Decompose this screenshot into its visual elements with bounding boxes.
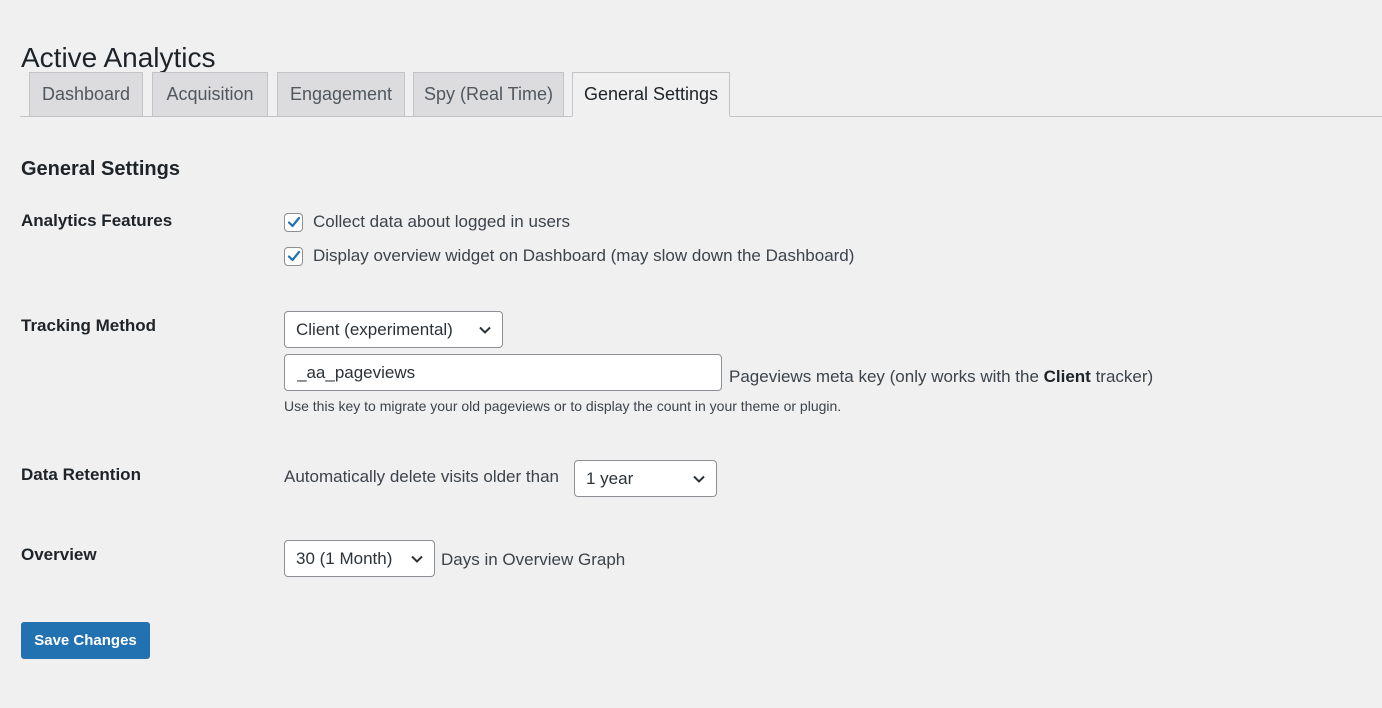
meta-key-label-prefix: Pageviews meta key (only works with the: [729, 367, 1044, 386]
collect-logged-in-option: Collect data about logged in users: [284, 212, 570, 232]
tracking-method-select[interactable]: Client (experimental): [284, 311, 503, 348]
chevron-down-icon: [693, 475, 705, 483]
pageviews-meta-key-input[interactable]: [284, 354, 722, 391]
tab-engagement[interactable]: Engagement: [277, 72, 405, 117]
meta-key-label-bold: Client: [1043, 367, 1091, 386]
checkmark-icon: [287, 216, 300, 228]
chevron-down-icon: [479, 326, 491, 334]
overview-suffix: Days in Overview Graph: [441, 550, 626, 569]
overview-label: Overview: [21, 545, 97, 564]
overview-widget-label: Display overview widget on Dashboard (ma…: [313, 246, 855, 265]
tab-dashboard[interactable]: Dashboard: [29, 72, 143, 117]
checkmark-icon: [287, 250, 300, 262]
overview-widget-option: Display overview widget on Dashboard (ma…: [284, 246, 854, 266]
meta-key-label-suffix: tracker): [1090, 367, 1154, 386]
tab-acquisition[interactable]: Acquisition: [152, 72, 268, 117]
analytics-features-label: Analytics Features: [21, 211, 173, 230]
chevron-down-icon: [411, 555, 423, 563]
tracking-method-label: Tracking Method: [21, 316, 157, 335]
meta-key-label: Pageviews meta key (only works with the …: [729, 367, 1153, 387]
tab-general-settings[interactable]: General Settings: [572, 72, 730, 117]
section-title: General Settings: [21, 157, 180, 180]
data-retention-value: 1 year: [586, 468, 634, 488]
overview-widget-checkbox[interactable]: [284, 246, 303, 266]
overview-days-value: 30 (1 Month): [296, 548, 393, 568]
collect-logged-in-checkbox[interactable]: [284, 212, 303, 232]
meta-key-description: Use this key to migrate your old pagevie…: [284, 398, 842, 414]
data-retention-prefix: Automatically delete visits older than: [284, 467, 559, 486]
save-changes-button[interactable]: Save Changes: [21, 622, 150, 659]
overview-days-select[interactable]: 30 (1 Month): [284, 540, 435, 577]
tracking-method-value: Client (experimental): [296, 319, 453, 339]
tab-bar: Dashboard Acquisition Engagement Spy (Re…: [20, 72, 1382, 117]
data-retention-select[interactable]: 1 year: [574, 460, 717, 497]
tab-spy-real-time[interactable]: Spy (Real Time): [413, 72, 564, 117]
data-retention-label: Data Retention: [21, 465, 141, 484]
collect-logged-in-label: Collect data about logged in users: [313, 212, 571, 231]
